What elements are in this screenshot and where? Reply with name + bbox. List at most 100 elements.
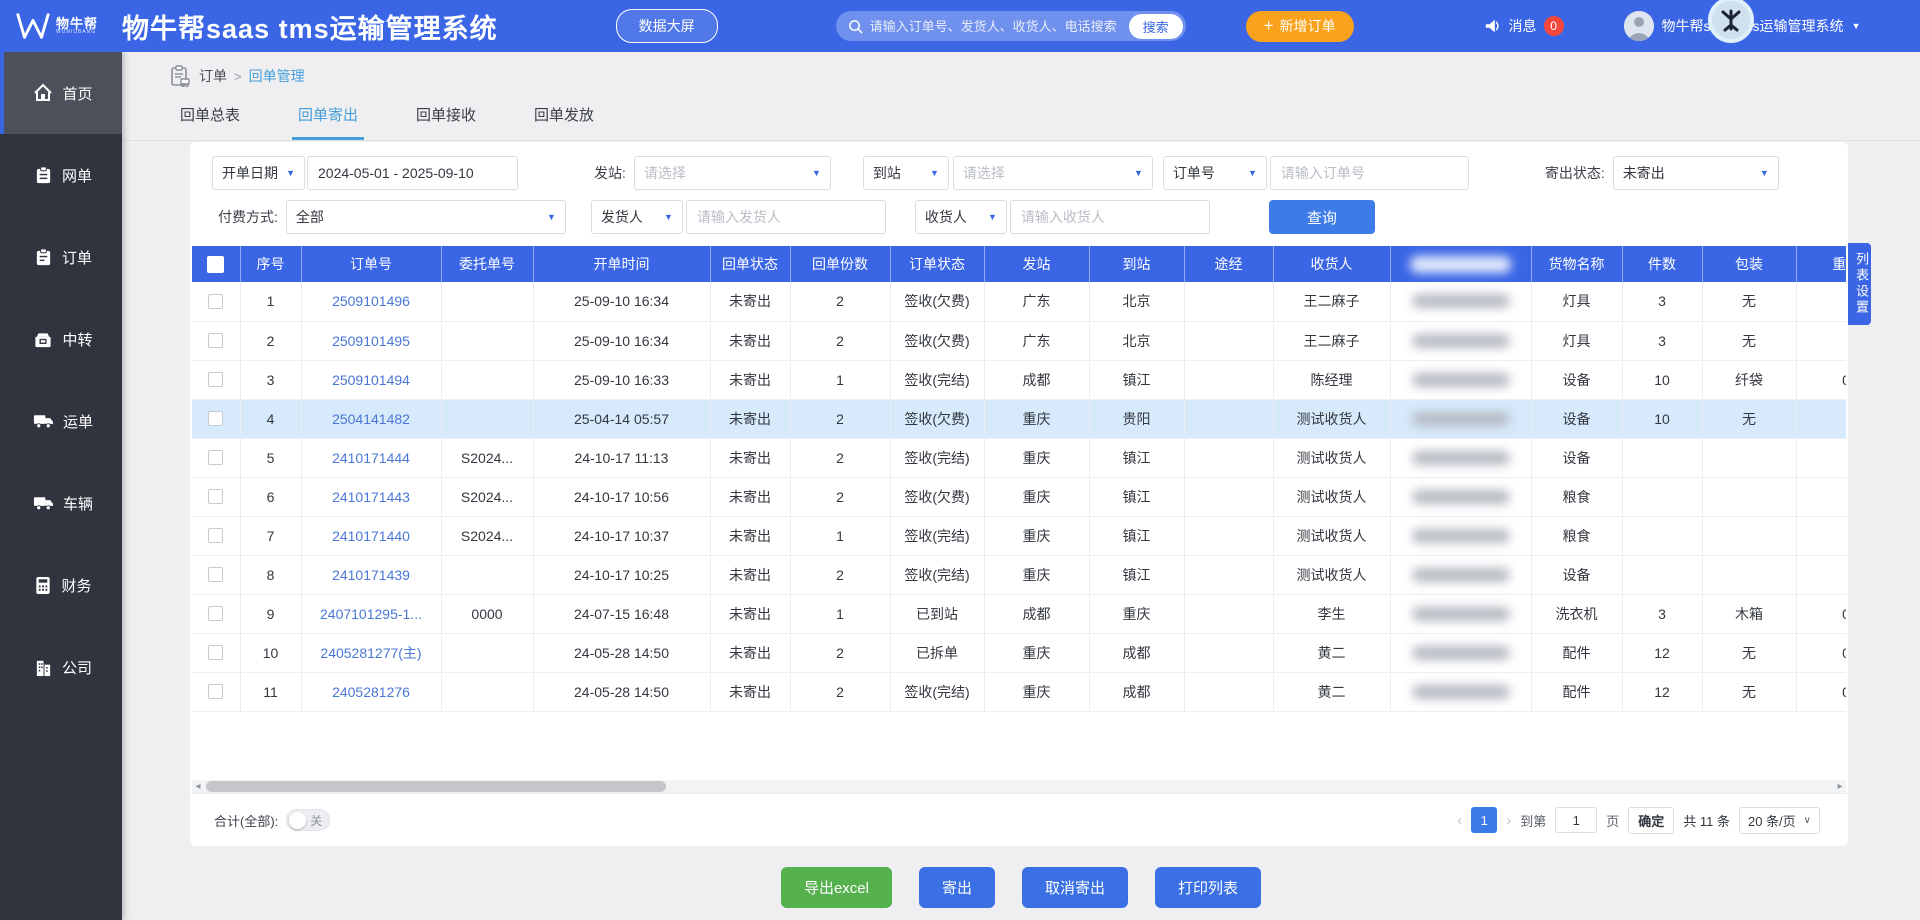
cell-receipt_status: 未寄出 — [710, 321, 790, 360]
date-type-select[interactable]: 开单日期▼ — [212, 156, 305, 190]
horizontal-scrollbar[interactable]: ◂ ▸ — [192, 780, 1846, 793]
order-number-link[interactable]: 2405281277(主) — [320, 645, 421, 661]
total-toggle[interactable]: 关 — [286, 809, 330, 831]
col-header-weight: 重量 — [1796, 246, 1846, 282]
scroll-right-icon[interactable]: ▸ — [1834, 780, 1846, 793]
cell-consignee: 王二麻子 — [1273, 282, 1390, 321]
tab-receipt-summary[interactable]: 回单总表 — [174, 94, 246, 140]
account-menu[interactable]: 物牛帮saas tms运输管理系统 ▼ — [1624, 11, 1861, 41]
shipper-type-select[interactable]: 发货人▼ — [591, 200, 683, 234]
row-checkbox[interactable] — [208, 567, 223, 582]
cell-checkbox — [192, 399, 240, 438]
order-number-link[interactable]: 2509101494 — [332, 372, 410, 388]
table-row[interactable]: 1250910149625-09-10 16:34未寄出2签收(欠费)广东北京王… — [192, 282, 1846, 321]
print-list-button[interactable]: 打印列表 — [1155, 867, 1261, 908]
global-search-input[interactable] — [870, 19, 1129, 34]
order-number-link[interactable]: 2410171443 — [332, 489, 410, 505]
pay-method-select[interactable]: 全部▼ — [286, 200, 566, 234]
orderno-type-select[interactable]: 订单号▼ — [1163, 156, 1267, 190]
table-row[interactable]: 4250414148225-04-14 05:57未寄出2签收(欠费)重庆贵阳测… — [192, 399, 1846, 438]
to-station-select[interactable]: 请选择▼ — [953, 156, 1153, 190]
goto-page-input[interactable] — [1555, 807, 1597, 833]
tab-receipt-issue[interactable]: 回单发放 — [528, 94, 600, 140]
consignee-input[interactable] — [1010, 200, 1210, 234]
redacted-phone — [1412, 294, 1510, 308]
order-number-link[interactable]: 2504141482 — [332, 411, 410, 427]
scroll-left-icon[interactable]: ◂ — [192, 780, 204, 793]
sidebar-item-transfer[interactable]: 中转 — [0, 298, 122, 380]
query-button[interactable]: 查询 — [1269, 200, 1375, 234]
date-range-input[interactable] — [307, 156, 518, 190]
row-checkbox[interactable] — [208, 606, 223, 621]
search-button[interactable]: 搜索 — [1129, 14, 1183, 39]
goto-confirm-button[interactable]: 确定 — [1628, 807, 1674, 834]
cell-seq: 6 — [240, 477, 301, 516]
column-settings-tab[interactable]: 列表设置 — [1848, 243, 1871, 325]
order-number-link[interactable]: 2410171439 — [332, 567, 410, 583]
table-row[interactable]: 3250910149425-09-10 16:33未寄出1签收(完结)成都镇江陈… — [192, 360, 1846, 399]
next-page-icon[interactable]: › — [1506, 812, 1511, 829]
sidebar-item-vehicles[interactable]: 车辆 — [0, 462, 122, 544]
cell-seq: 8 — [240, 555, 301, 594]
table-row[interactable]: 2250910149525-09-10 16:34未寄出2签收(欠费)广东北京王… — [192, 321, 1846, 360]
order-number-link[interactable]: 2407101295-1... — [320, 606, 422, 622]
page-size-select[interactable]: 20 条/页 ∨ — [1739, 807, 1820, 834]
sidebar-item-finance[interactable]: 财务 — [0, 544, 122, 626]
select-all-checkbox[interactable] — [207, 256, 224, 273]
row-checkbox[interactable] — [208, 333, 223, 348]
col-header-from_station: 发站 — [984, 246, 1089, 282]
table-row[interactable]: 11240528127624-05-28 14:50未寄出2签收(完结)重庆成都… — [192, 672, 1846, 711]
send-status-select[interactable]: 未寄出▼ — [1613, 156, 1779, 190]
row-checkbox[interactable] — [208, 684, 223, 699]
export-excel-button[interactable]: 导出excel — [781, 867, 892, 908]
row-checkbox[interactable] — [208, 411, 223, 426]
table-row[interactable]: 72410171440S2024...24-10-17 10:37未寄出1签收(… — [192, 516, 1846, 555]
order-number-link[interactable]: 2410171440 — [332, 528, 410, 544]
scrollbar-thumb[interactable] — [206, 781, 666, 792]
order-number-link[interactable]: 2509101495 — [332, 333, 410, 349]
cell-weight: 0 — [1796, 360, 1846, 399]
sidebar-item-company[interactable]: 公司 — [0, 626, 122, 708]
global-search[interactable]: 搜索 — [836, 11, 1186, 41]
row-checkbox[interactable] — [208, 372, 223, 387]
sidebar-item-home[interactable]: 首页 — [0, 52, 122, 134]
sidebar-item-waybills[interactable]: 运单 — [0, 380, 122, 462]
from-station-select[interactable]: 请选择▼ — [634, 156, 831, 190]
cell-to_station: 镇江 — [1089, 555, 1184, 594]
page-number-1[interactable]: 1 — [1471, 807, 1497, 833]
tab-receipt-receive[interactable]: 回单接收 — [410, 94, 482, 140]
table-row[interactable]: 52410171444S2024...24-10-17 11:13未寄出2签收(… — [192, 438, 1846, 477]
table-row[interactable]: 8241017143924-10-17 10:25未寄出2签收(完结)重庆镇江测… — [192, 555, 1846, 594]
sidebar-item-net-orders[interactable]: 网单 — [0, 134, 122, 216]
table-row[interactable]: 62410171443S2024...24-10-17 10:56未寄出2签收(… — [192, 477, 1846, 516]
row-checkbox[interactable] — [208, 645, 223, 660]
orderno-input[interactable] — [1270, 156, 1469, 190]
order-number-link[interactable]: 2405281276 — [332, 684, 410, 700]
data-screen-button[interactable]: 数据大屏 — [616, 9, 718, 43]
cell-packing: 纤袋 — [1702, 360, 1796, 399]
table-row[interactable]: 102405281277(主)24-05-28 14:50未寄出2已拆单重庆成都… — [192, 633, 1846, 672]
shipper-input[interactable] — [686, 200, 886, 234]
app-logo: 物牛帮 WUNIUBANG — [14, 9, 98, 43]
row-checkbox[interactable] — [208, 294, 223, 309]
consignee-type-select[interactable]: 收货人▼ — [915, 200, 1007, 234]
tab-receipt-send[interactable]: 回单寄出 — [292, 94, 364, 140]
redacted-phone — [1412, 451, 1510, 465]
cancel-send-button[interactable]: 取消寄出 — [1022, 867, 1128, 908]
row-checkbox[interactable] — [208, 528, 223, 543]
add-order-button[interactable]: + 新增订单 — [1246, 11, 1354, 42]
breadcrumb-section[interactable]: 订单 — [199, 66, 227, 86]
page-unit-label: 页 — [1606, 811, 1619, 830]
cell-to_station: 重庆 — [1089, 594, 1184, 633]
prev-page-icon[interactable]: ‹ — [1457, 812, 1462, 829]
cell-seq: 2 — [240, 321, 301, 360]
table-row[interactable]: 92407101295-1...000024-07-15 16:48未寄出1已到… — [192, 594, 1846, 633]
order-number-link[interactable]: 2410171444 — [332, 450, 410, 466]
messages-button[interactable]: 消息 0 — [1484, 16, 1564, 36]
send-button[interactable]: 寄出 — [919, 867, 995, 908]
to-type-select[interactable]: 到站▼ — [863, 156, 949, 190]
row-checkbox[interactable] — [208, 450, 223, 465]
order-number-link[interactable]: 2509101496 — [332, 293, 410, 309]
sidebar-item-orders[interactable]: 订单 — [0, 216, 122, 298]
row-checkbox[interactable] — [208, 489, 223, 504]
